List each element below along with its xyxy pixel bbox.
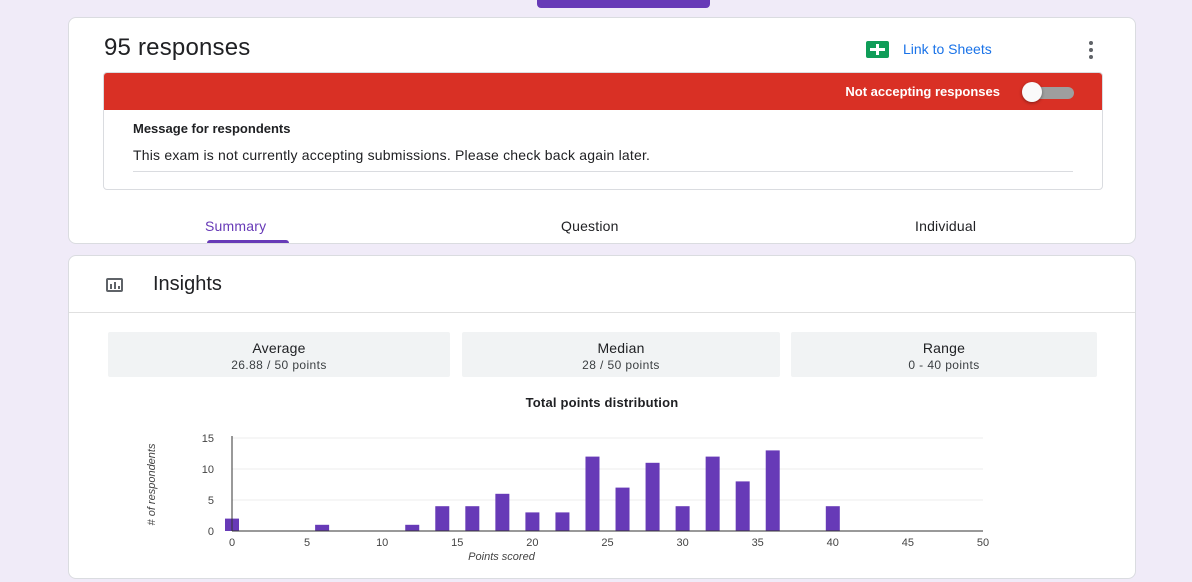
chart-bar — [525, 512, 540, 531]
x-tick-label: 30 — [676, 537, 688, 549]
x-tick-label: 35 — [752, 537, 764, 549]
stat-average: Average 26.88 / 50 points — [108, 332, 450, 377]
link-to-sheets-label: Link to Sheets — [903, 41, 992, 57]
active-tab-indicator — [207, 240, 289, 243]
x-tick-label: 0 — [229, 537, 235, 549]
chart-bar — [585, 456, 600, 531]
insights-title: Insights — [153, 273, 222, 295]
y-tick-label: 0 — [208, 526, 214, 538]
accepting-status-label: Not accepting responses — [845, 84, 1000, 99]
y-axis-title: # of respondents — [146, 443, 158, 525]
x-tick-label: 5 — [304, 537, 310, 549]
stat-average-label: Average — [252, 340, 306, 356]
stat-range: Range 0 - 40 points — [791, 332, 1097, 377]
form-accent-bar — [537, 0, 710, 8]
y-tick-label: 10 — [202, 464, 214, 476]
points-distribution-chart: 0 5 10 15 0 5 10 15 20 25 30 35 40 45 50 Points scored #… — [146, 433, 989, 563]
insights-icon — [106, 278, 123, 292]
chart-bar — [825, 506, 840, 531]
responses-card: 95 responses Link to Sheets Not acceptin… — [68, 17, 1136, 244]
x-tick-label: 20 — [526, 537, 538, 549]
toggle-knob — [1022, 81, 1042, 102]
chart-bar — [495, 493, 510, 531]
stat-median-value: 28 / 50 points — [582, 358, 660, 372]
chart-bar — [315, 524, 330, 531]
chart-title: Total points distribution — [525, 395, 679, 410]
responses-tabs: Summary Question Individual — [69, 218, 1137, 245]
chart-bar — [435, 506, 450, 531]
x-tick-label: 45 — [902, 537, 914, 549]
accepting-responses-panel: Not accepting responses Message for resp… — [103, 72, 1103, 190]
stat-median: Median 28 / 50 points — [462, 332, 780, 377]
chart-bar — [675, 506, 690, 531]
x-tick-label: 10 — [376, 537, 388, 549]
insights-header: Insights — [69, 256, 1135, 313]
chart-bar — [465, 506, 480, 531]
x-tick-label: 40 — [827, 537, 839, 549]
chart-bar — [735, 481, 750, 531]
x-tick-label: 50 — [977, 537, 989, 549]
tab-question[interactable]: Question — [561, 218, 619, 234]
stat-median-label: Median — [597, 340, 645, 356]
accepting-responses-toggle[interactable] — [1022, 81, 1074, 102]
more-options-icon[interactable] — [1083, 38, 1099, 62]
chart-bar — [645, 462, 660, 531]
tab-summary[interactable]: Summary — [205, 218, 266, 234]
y-tick-label: 5 — [208, 495, 214, 507]
chart-bar — [405, 524, 420, 531]
y-tick-label: 15 — [202, 433, 214, 445]
stat-average-value: 26.88 / 50 points — [231, 358, 327, 372]
chart-bar — [705, 456, 720, 531]
accepting-status-banner: Not accepting responses — [104, 73, 1102, 110]
x-axis-title: Points scored — [468, 551, 536, 563]
tab-individual[interactable]: Individual — [915, 218, 976, 234]
message-for-respondents-input[interactable]: This exam is not currently accepting sub… — [133, 147, 1073, 172]
stat-range-value: 0 - 40 points — [908, 358, 980, 372]
chart-bar — [615, 487, 630, 531]
chart-bar — [555, 512, 570, 531]
chart-bar — [765, 450, 780, 531]
insights-card: Insights Average 26.88 / 50 points Media… — [68, 255, 1136, 579]
x-tick-label: 25 — [601, 537, 613, 549]
sheets-icon — [866, 40, 889, 58]
x-tick-label: 15 — [451, 537, 463, 549]
stat-range-label: Range — [922, 340, 966, 356]
link-to-sheets-button[interactable]: Link to Sheets — [866, 39, 992, 59]
message-heading: Message for respondents — [133, 121, 291, 136]
responses-count-title: 95 responses — [104, 34, 251, 61]
